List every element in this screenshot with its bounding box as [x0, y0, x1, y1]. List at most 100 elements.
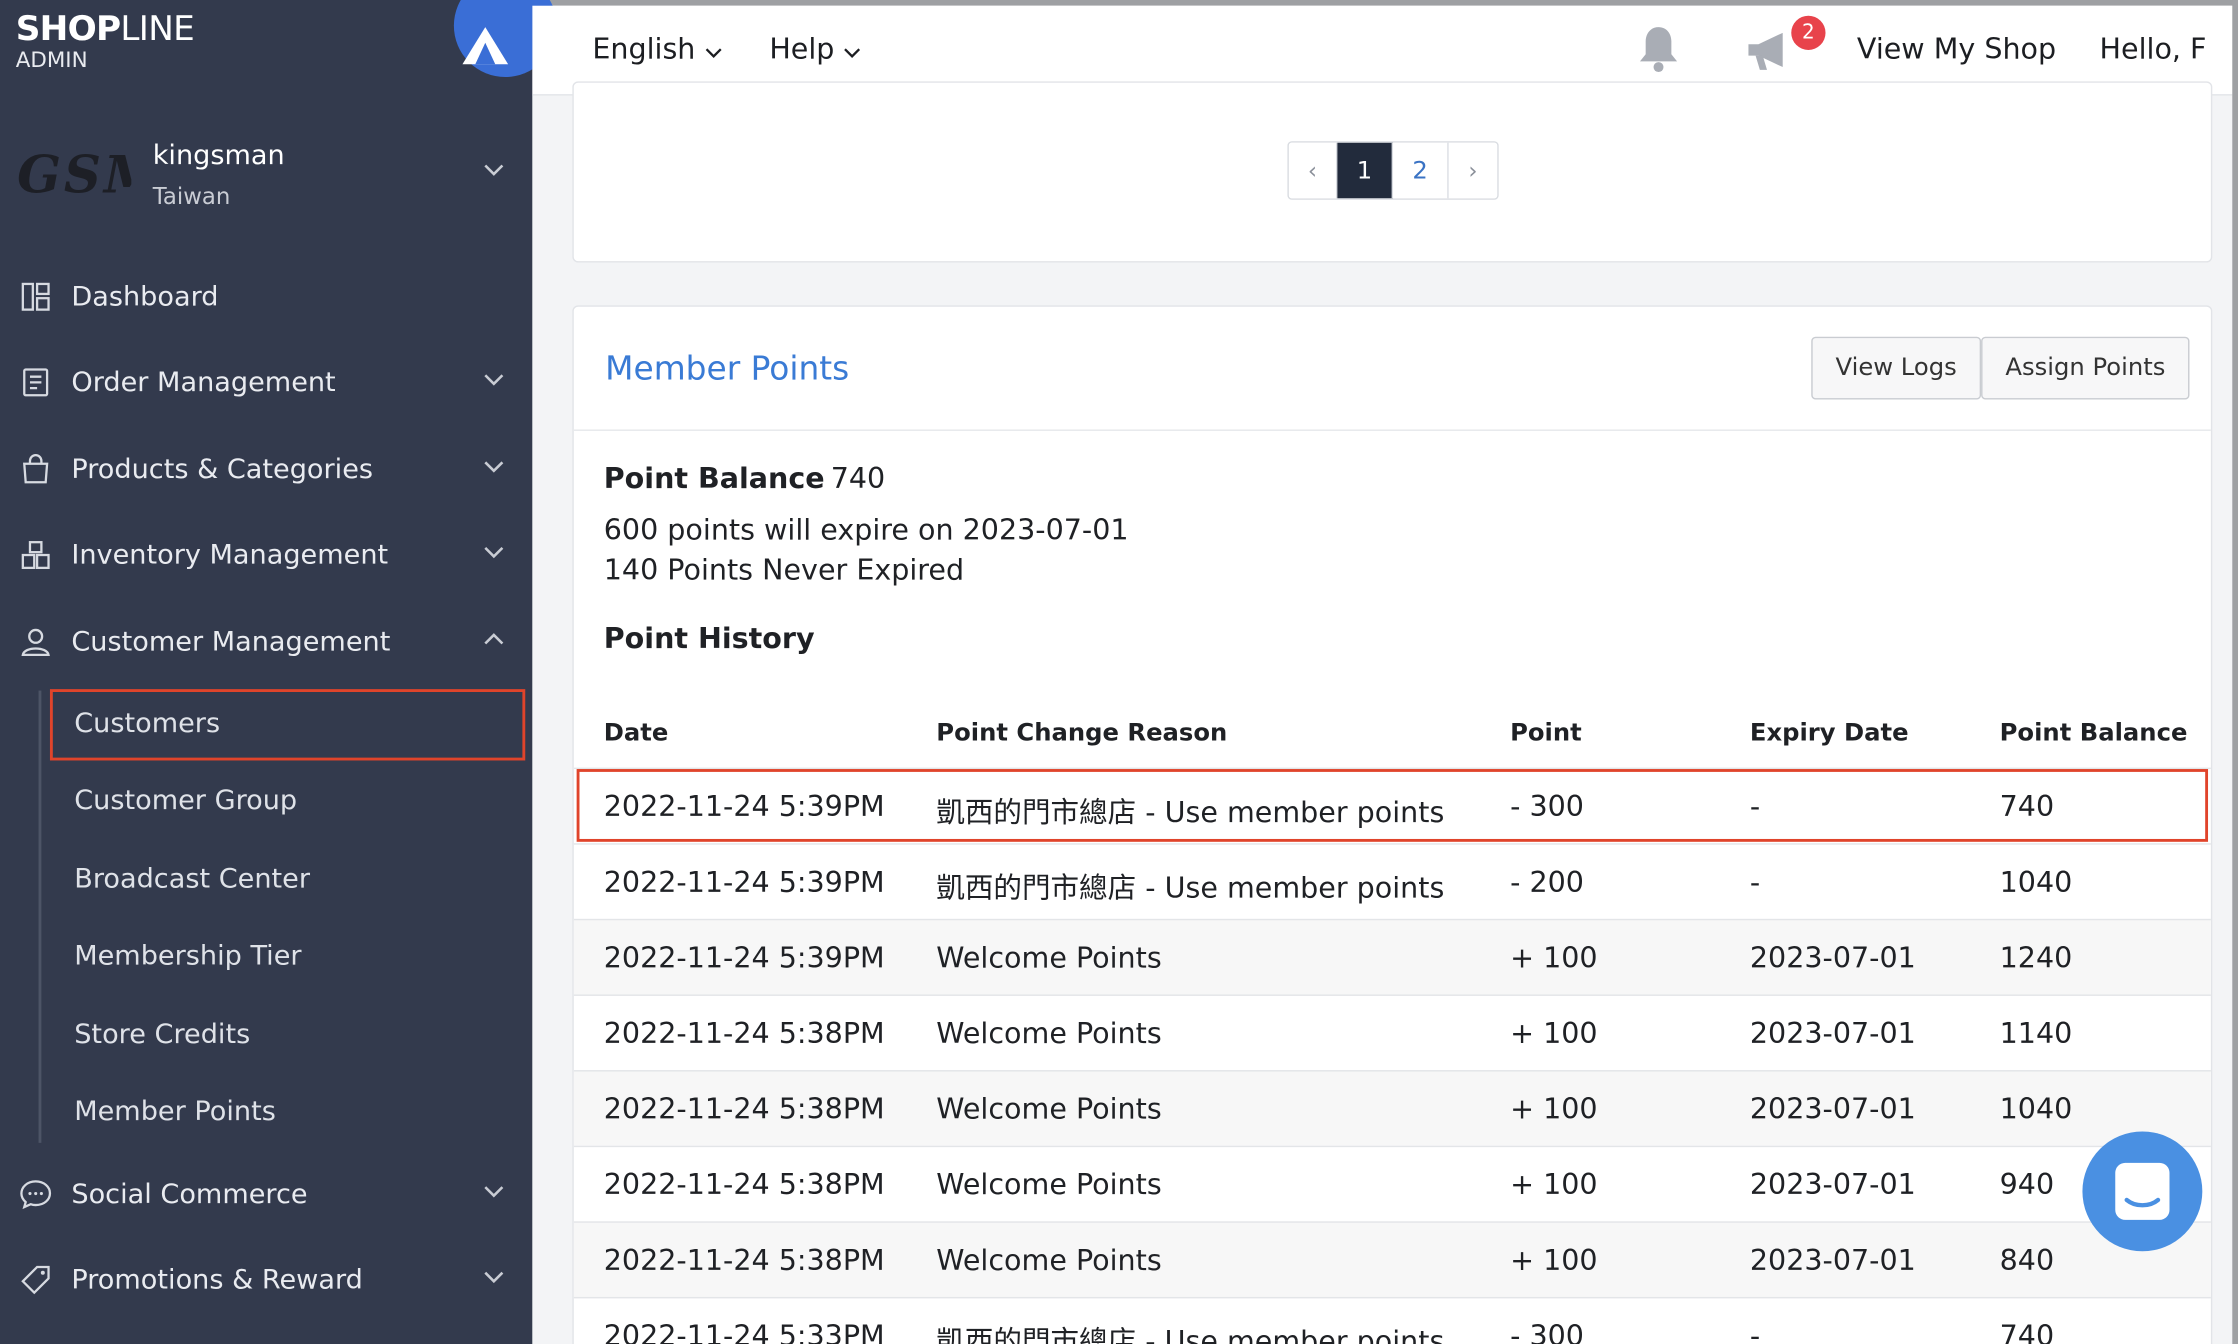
chat-icon: [2115, 1162, 2170, 1220]
sidebar-item-social-commerce[interactable]: Social Commerce: [0, 1160, 532, 1228]
help-label: Help: [769, 31, 835, 66]
sidebar-item-label: Dashboard: [71, 281, 219, 313]
logo-subtitle: ADMIN: [15, 47, 88, 73]
cell-date: 2022-11-24 5:39PM: [603, 864, 885, 899]
sidebar-item-label: Social Commerce: [71, 1178, 308, 1210]
point-history-title: Point History: [603, 620, 815, 655]
sidebar-subitem-broadcast-center[interactable]: Broadcast Center: [74, 863, 310, 894]
sidebar: SHOPLINE ADMIN GSM kingsman Taiwan Dashb…: [0, 0, 557, 1344]
cell-balance: 940: [1999, 1167, 2055, 1202]
pagination: ‹ 1 2 ›: [1287, 141, 1499, 200]
chat-bubble-icon: [20, 1180, 52, 1210]
chevron-down-icon: [484, 546, 504, 559]
cell-point: - 200: [1510, 864, 1584, 899]
sidebar-subitem-member-points[interactable]: Member Points: [74, 1096, 276, 1127]
bell-icon[interactable]: [1634, 23, 1683, 74]
boxes-icon: [21, 541, 50, 570]
member-points-card: Member Points View Logs Assign Points Po…: [572, 305, 2213, 1344]
sidebar-item-label: Inventory Management: [71, 539, 389, 571]
sidebar-item-customer-management[interactable]: Customer Management: [0, 608, 532, 676]
sidebar-subitem-store-credits[interactable]: Store Credits: [74, 1019, 250, 1050]
cell-date: 2022-11-24 5:38PM: [603, 1091, 885, 1126]
cell-reason: Welcome Points: [936, 940, 1162, 975]
table-row: 2022-11-24 5:39PM 凱西的門市總店 - Use member p…: [573, 843, 2211, 919]
cell-date: 2022-11-24 5:38PM: [603, 1167, 885, 1202]
column-header-point: Point: [1510, 719, 1582, 748]
logo-text-light: LINE: [120, 8, 195, 49]
cell-balance: 1140: [1999, 1015, 2073, 1051]
help-dropdown[interactable]: Help: [769, 31, 860, 66]
cell-expiry: -: [1749, 864, 1761, 899]
dashboard-icon: [21, 282, 50, 311]
sidebar-subitem-customer-group[interactable]: Customer Group: [74, 785, 297, 816]
cell-point: + 100: [1510, 1091, 1598, 1126]
megaphone-icon[interactable]: [1743, 29, 1797, 75]
pagination-prev-button[interactable]: ‹: [1288, 142, 1338, 199]
sidebar-item-order-management[interactable]: Order Management: [0, 348, 532, 416]
store-switcher[interactable]: GSM kingsman Taiwan: [0, 123, 532, 237]
sidebar-item-label: Customer Management: [71, 626, 391, 658]
mountain-logo-icon: [462, 27, 509, 65]
language-dropdown[interactable]: English: [592, 31, 721, 66]
sidebar-item-label: Order Management: [71, 366, 336, 399]
cell-expiry: 2023-07-01: [1749, 1167, 1916, 1202]
sidebar-item-label: Products & Categories: [71, 453, 374, 486]
submenu-guide-line: [38, 690, 42, 1143]
cell-date: 2022-11-24 5:38PM: [603, 1242, 885, 1277]
sidebar-item-products-categories[interactable]: Products & Categories: [0, 435, 532, 503]
store-avatar: GSM: [17, 145, 131, 206]
chevron-down-icon: [484, 1186, 504, 1198]
cell-point: + 100: [1510, 940, 1598, 975]
highlighted-row-outline: [576, 769, 2209, 842]
column-header-date: Date: [603, 719, 669, 748]
cell-date: 2022-11-24 5:33PM: [603, 1318, 885, 1344]
cell-balance: 1040: [1999, 1091, 2073, 1126]
cell-reason: Welcome Points: [936, 1091, 1162, 1126]
cell-expiry: 2023-07-01: [1749, 1091, 1916, 1126]
sidebar-item-inventory-management[interactable]: Inventory Management: [0, 521, 532, 589]
pagination-next-button[interactable]: ›: [1448, 142, 1498, 199]
live-chat-button[interactable]: [2082, 1131, 2203, 1252]
cell-point: + 100: [1510, 1167, 1598, 1202]
pagination-page-1[interactable]: 1: [1337, 142, 1394, 199]
cell-point: - 300: [1510, 1318, 1584, 1344]
user-greeting: Hello, F: [2099, 31, 2207, 66]
cell-reason: 凱西的門市總店 - Use member points: [936, 1324, 1445, 1344]
pagination-page-2[interactable]: 2: [1393, 142, 1449, 199]
table-row: 2022-11-24 5:38PM Welcome Points + 100 2…: [573, 1145, 2211, 1222]
sidebar-subitem-customers[interactable]: Customers: [74, 708, 220, 739]
member-points-header: Member Points View Logs Assign Points: [573, 307, 2211, 431]
expire-note: 600 points will expire on 2023-07-01: [603, 512, 1129, 547]
chevron-down-icon: [705, 48, 721, 58]
cell-balance: 1040: [1999, 864, 2073, 899]
sidebar-item-dashboard[interactable]: Dashboard: [0, 263, 532, 331]
cell-reason: Welcome Points: [936, 1242, 1162, 1277]
cell-point: + 100: [1510, 1015, 1598, 1051]
chevron-down-icon: [484, 374, 504, 386]
orders-card: ‹ 1 2 ›: [572, 81, 2213, 263]
sidebar-item-promotions-reward[interactable]: Promotions & Reward: [0, 1246, 532, 1314]
cell-point: + 100: [1510, 1242, 1598, 1277]
chevron-down-icon: [484, 164, 504, 176]
column-header-reason: Point Change Reason: [936, 719, 1228, 748]
table-row: 2022-11-24 5:33PM 凱西的門市總店 - Use member p…: [573, 1296, 2211, 1344]
cell-date: 2022-11-24 5:38PM: [603, 1015, 885, 1051]
chevron-down-icon: [484, 1271, 504, 1284]
cell-reason: 凱西的門市總店 - Use member points: [936, 870, 1445, 905]
logo-text-bold: SHOP: [15, 8, 121, 49]
table-row: 2022-11-24 5:38PM Welcome Points + 100 2…: [573, 1221, 2211, 1297]
cell-date: 2022-11-24 5:39PM: [603, 940, 885, 975]
sidebar-subitem-membership-tier[interactable]: Membership Tier: [74, 940, 301, 971]
column-header-balance: Point Balance: [1999, 719, 2188, 748]
view-logs-button[interactable]: View Logs: [1811, 336, 1982, 400]
assign-points-button[interactable]: Assign Points: [1981, 336, 2190, 400]
cell-balance: 740: [1999, 1318, 2055, 1344]
view-my-shop-link[interactable]: View My Shop: [1857, 31, 2056, 65]
notification-count-badge: 2: [1791, 15, 1826, 50]
cell-expiry: 2023-07-01: [1749, 940, 1916, 975]
cell-expiry: 2023-07-01: [1749, 1242, 1916, 1277]
language-label: English: [592, 31, 696, 66]
cell-reason: Welcome Points: [936, 1167, 1162, 1202]
point-balance-value: 740: [830, 460, 886, 496]
shopline-logo[interactable]: SHOPLINE ADMIN: [15, 8, 195, 73]
